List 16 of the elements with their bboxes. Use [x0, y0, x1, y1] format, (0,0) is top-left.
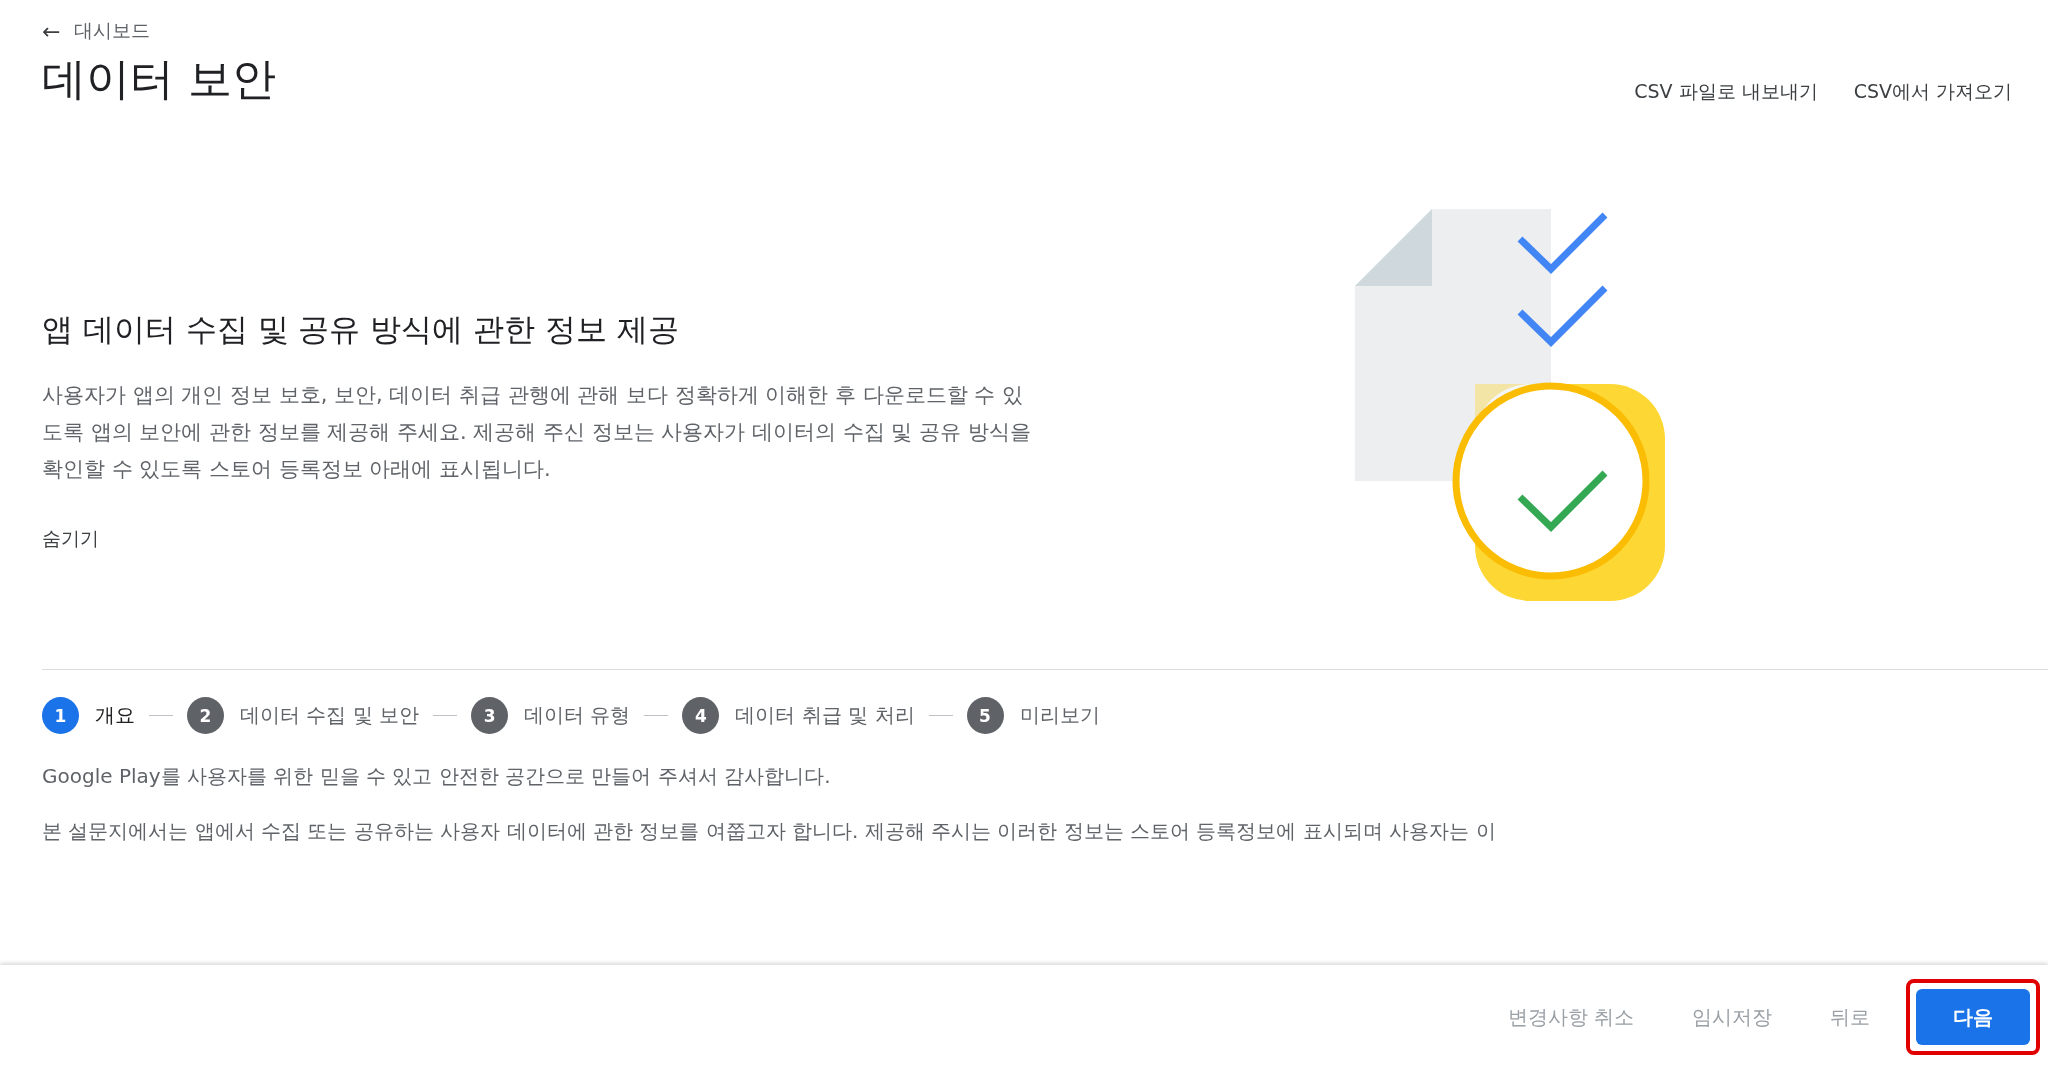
- section-heading: 앱 데이터 수집 및 공유 방식에 관한 정보 제공: [42, 310, 680, 349]
- hide-link[interactable]: 숨기기: [42, 526, 99, 552]
- body-text: Google Play를 사용자를 위한 믿을 수 있고 안전한 공간으로 만들어 주셔서 감사합니다.: [42, 763, 832, 790]
- stepper-step[interactable]: 4 데이터 취급 및 처리: [682, 697, 915, 734]
- page-title: 데이터 보안: [42, 52, 276, 106]
- stepper-step[interactable]: 2 데이터 수집 및 보안: [187, 697, 420, 734]
- body-text: 본 설문지에서는 앱에서 수집 또는 공유하는 사용자 데이터에 관한 정보를 여쭙고자 합니다. 제공해 주시는 이러한 정보는 스토어 등록정보에 표시되며 사용자는 이: [42, 818, 1497, 845]
- stepper-step[interactable]: 5 미리보기: [966, 697, 1100, 734]
- stepper-step[interactable]: 1 개요: [42, 697, 135, 734]
- next-button[interactable]: 다음: [1916, 989, 2030, 1045]
- header-link[interactable]: CSV 파일로 내보내기: [1634, 79, 1818, 105]
- stepper-step[interactable]: 3 데이터 유형: [471, 697, 631, 734]
- back-link[interactable]: ← 대시보드: [42, 18, 151, 44]
- header-link[interactable]: CSV에서 가져오기: [1853, 79, 2012, 105]
- description-text: 사용자가 앱의 개인 정보 보호, 보안, 데이터 취급 관행에 관해 보다 정확하게 이해한 후 다운로드할 수 있도록 앱의 보안에 관한 정보를 제공해 주세요. 제공해 주신 정보는 사용자가 데이터의 수집 및 공유 방식을 확인할 수 있도록 스토어 등록정보 아래에 표시됩니다.: [42, 382, 1032, 483]
- back-arrow-icon: ←: [42, 18, 61, 44]
